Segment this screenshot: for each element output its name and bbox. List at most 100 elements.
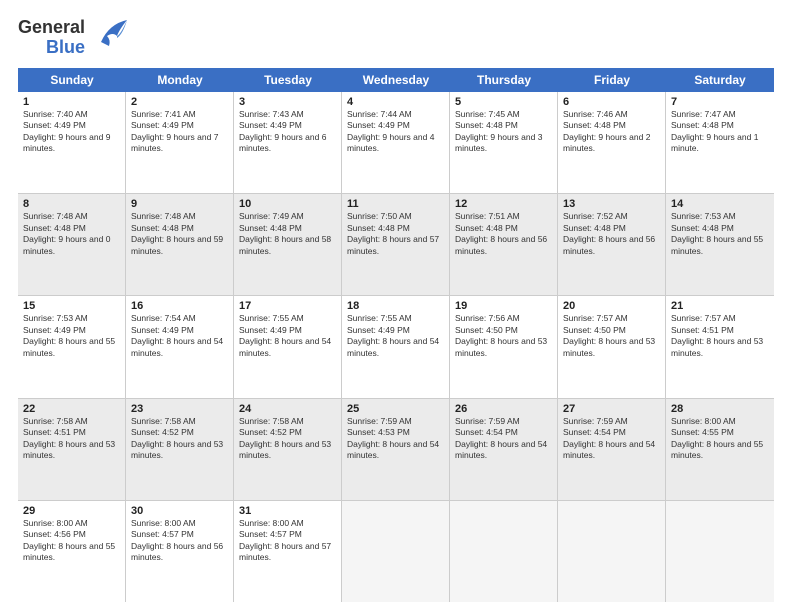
calendar-row-4: 29Sunrise: 8:00 AM Sunset: 4:56 PM Dayli…: [18, 501, 774, 602]
cell-text-5: Sunrise: 7:45 AM Sunset: 4:48 PM Dayligh…: [455, 109, 553, 155]
calendar-cell-day-28: 28Sunrise: 8:00 AM Sunset: 4:55 PM Dayli…: [666, 399, 774, 500]
calendar-cell-day-31: 31Sunrise: 8:00 AM Sunset: 4:57 PM Dayli…: [234, 501, 342, 602]
cell-text-11: Sunrise: 7:50 AM Sunset: 4:48 PM Dayligh…: [347, 211, 445, 257]
calendar-cell-day-19: 19Sunrise: 7:56 AM Sunset: 4:50 PM Dayli…: [450, 296, 558, 397]
weekday-header-wednesday: Wednesday: [342, 68, 450, 92]
cell-text-23: Sunrise: 7:58 AM Sunset: 4:52 PM Dayligh…: [131, 416, 229, 462]
cell-text-10: Sunrise: 7:49 AM Sunset: 4:48 PM Dayligh…: [239, 211, 337, 257]
cell-text-17: Sunrise: 7:55 AM Sunset: 4:49 PM Dayligh…: [239, 313, 337, 359]
cell-text-21: Sunrise: 7:57 AM Sunset: 4:51 PM Dayligh…: [671, 313, 770, 359]
weekday-header-sunday: Sunday: [18, 68, 126, 92]
calendar-cell-day-23: 23Sunrise: 7:58 AM Sunset: 4:52 PM Dayli…: [126, 399, 234, 500]
weekday-header-saturday: Saturday: [666, 68, 774, 92]
day-number-8: 8: [23, 198, 121, 210]
cell-text-22: Sunrise: 7:58 AM Sunset: 4:51 PM Dayligh…: [23, 416, 121, 462]
calendar-cell-day-12: 12Sunrise: 7:51 AM Sunset: 4:48 PM Dayli…: [450, 194, 558, 295]
calendar-cell-day-4: 4Sunrise: 7:44 AM Sunset: 4:49 PM Daylig…: [342, 92, 450, 193]
calendar-cell-day-14: 14Sunrise: 7:53 AM Sunset: 4:48 PM Dayli…: [666, 194, 774, 295]
calendar: SundayMondayTuesdayWednesdayThursdayFrid…: [18, 68, 774, 602]
cell-text-25: Sunrise: 7:59 AM Sunset: 4:53 PM Dayligh…: [347, 416, 445, 462]
cell-text-6: Sunrise: 7:46 AM Sunset: 4:48 PM Dayligh…: [563, 109, 661, 155]
cell-text-8: Sunrise: 7:48 AM Sunset: 4:48 PM Dayligh…: [23, 211, 121, 257]
cell-text-13: Sunrise: 7:52 AM Sunset: 4:48 PM Dayligh…: [563, 211, 661, 257]
cell-text-20: Sunrise: 7:57 AM Sunset: 4:50 PM Dayligh…: [563, 313, 661, 359]
cell-text-18: Sunrise: 7:55 AM Sunset: 4:49 PM Dayligh…: [347, 313, 445, 359]
day-number-23: 23: [131, 403, 229, 415]
calendar-cell-empty-4-6: [666, 501, 774, 602]
day-number-20: 20: [563, 300, 661, 312]
calendar-cell-day-26: 26Sunrise: 7:59 AM Sunset: 4:54 PM Dayli…: [450, 399, 558, 500]
calendar-cell-day-17: 17Sunrise: 7:55 AM Sunset: 4:49 PM Dayli…: [234, 296, 342, 397]
calendar-cell-day-25: 25Sunrise: 7:59 AM Sunset: 4:53 PM Dayli…: [342, 399, 450, 500]
calendar-cell-day-7: 7Sunrise: 7:47 AM Sunset: 4:48 PM Daylig…: [666, 92, 774, 193]
calendar-cell-day-30: 30Sunrise: 8:00 AM Sunset: 4:57 PM Dayli…: [126, 501, 234, 602]
day-number-28: 28: [671, 403, 770, 415]
calendar-header: SundayMondayTuesdayWednesdayThursdayFrid…: [18, 68, 774, 92]
day-number-1: 1: [23, 96, 121, 108]
calendar-cell-day-29: 29Sunrise: 8:00 AM Sunset: 4:56 PM Dayli…: [18, 501, 126, 602]
day-number-12: 12: [455, 198, 553, 210]
calendar-cell-day-16: 16Sunrise: 7:54 AM Sunset: 4:49 PM Dayli…: [126, 296, 234, 397]
logo-text-blue: Blue: [46, 38, 85, 58]
cell-text-3: Sunrise: 7:43 AM Sunset: 4:49 PM Dayligh…: [239, 109, 337, 155]
day-number-19: 19: [455, 300, 553, 312]
cell-text-28: Sunrise: 8:00 AM Sunset: 4:55 PM Dayligh…: [671, 416, 770, 462]
cell-text-15: Sunrise: 7:53 AM Sunset: 4:49 PM Dayligh…: [23, 313, 121, 359]
calendar-cell-empty-4-3: [342, 501, 450, 602]
day-number-25: 25: [347, 403, 445, 415]
calendar-cell-day-18: 18Sunrise: 7:55 AM Sunset: 4:49 PM Dayli…: [342, 296, 450, 397]
day-number-24: 24: [239, 403, 337, 415]
calendar-cell-day-13: 13Sunrise: 7:52 AM Sunset: 4:48 PM Dayli…: [558, 194, 666, 295]
calendar-cell-day-21: 21Sunrise: 7:57 AM Sunset: 4:51 PM Dayli…: [666, 296, 774, 397]
day-number-17: 17: [239, 300, 337, 312]
logo: General Blue: [18, 18, 129, 58]
calendar-cell-day-11: 11Sunrise: 7:50 AM Sunset: 4:48 PM Dayli…: [342, 194, 450, 295]
calendar-row-2: 15Sunrise: 7:53 AM Sunset: 4:49 PM Dayli…: [18, 296, 774, 398]
cell-text-4: Sunrise: 7:44 AM Sunset: 4:49 PM Dayligh…: [347, 109, 445, 155]
cell-text-19: Sunrise: 7:56 AM Sunset: 4:50 PM Dayligh…: [455, 313, 553, 359]
day-number-5: 5: [455, 96, 553, 108]
calendar-cell-day-1: 1Sunrise: 7:40 AM Sunset: 4:49 PM Daylig…: [18, 92, 126, 193]
day-number-18: 18: [347, 300, 445, 312]
calendar-cell-day-8: 8Sunrise: 7:48 AM Sunset: 4:48 PM Daylig…: [18, 194, 126, 295]
cell-text-24: Sunrise: 7:58 AM Sunset: 4:52 PM Dayligh…: [239, 416, 337, 462]
day-number-11: 11: [347, 198, 445, 210]
cell-text-16: Sunrise: 7:54 AM Sunset: 4:49 PM Dayligh…: [131, 313, 229, 359]
calendar-cell-day-24: 24Sunrise: 7:58 AM Sunset: 4:52 PM Dayli…: [234, 399, 342, 500]
calendar-cell-day-27: 27Sunrise: 7:59 AM Sunset: 4:54 PM Dayli…: [558, 399, 666, 500]
weekday-header-tuesday: Tuesday: [234, 68, 342, 92]
calendar-row-0: 1Sunrise: 7:40 AM Sunset: 4:49 PM Daylig…: [18, 92, 774, 194]
cell-text-2: Sunrise: 7:41 AM Sunset: 4:49 PM Dayligh…: [131, 109, 229, 155]
calendar-cell-empty-4-5: [558, 501, 666, 602]
weekday-header-thursday: Thursday: [450, 68, 558, 92]
day-number-3: 3: [239, 96, 337, 108]
cell-text-27: Sunrise: 7:59 AM Sunset: 4:54 PM Dayligh…: [563, 416, 661, 462]
calendar-cell-day-15: 15Sunrise: 7:53 AM Sunset: 4:49 PM Dayli…: [18, 296, 126, 397]
weekday-header-monday: Monday: [126, 68, 234, 92]
day-number-26: 26: [455, 403, 553, 415]
weekday-header-friday: Friday: [558, 68, 666, 92]
day-number-7: 7: [671, 96, 770, 108]
cell-text-26: Sunrise: 7:59 AM Sunset: 4:54 PM Dayligh…: [455, 416, 553, 462]
page: General Blue SundayMondayTuesdayWednesda…: [0, 0, 792, 612]
calendar-cell-day-6: 6Sunrise: 7:46 AM Sunset: 4:48 PM Daylig…: [558, 92, 666, 193]
day-number-14: 14: [671, 198, 770, 210]
day-number-4: 4: [347, 96, 445, 108]
cell-text-29: Sunrise: 8:00 AM Sunset: 4:56 PM Dayligh…: [23, 518, 121, 564]
cell-text-9: Sunrise: 7:48 AM Sunset: 4:48 PM Dayligh…: [131, 211, 229, 257]
cell-text-7: Sunrise: 7:47 AM Sunset: 4:48 PM Dayligh…: [671, 109, 770, 155]
day-number-15: 15: [23, 300, 121, 312]
calendar-cell-day-2: 2Sunrise: 7:41 AM Sunset: 4:49 PM Daylig…: [126, 92, 234, 193]
day-number-16: 16: [131, 300, 229, 312]
calendar-cell-day-3: 3Sunrise: 7:43 AM Sunset: 4:49 PM Daylig…: [234, 92, 342, 193]
day-number-22: 22: [23, 403, 121, 415]
day-number-30: 30: [131, 505, 229, 517]
calendar-cell-day-9: 9Sunrise: 7:48 AM Sunset: 4:48 PM Daylig…: [126, 194, 234, 295]
cell-text-1: Sunrise: 7:40 AM Sunset: 4:49 PM Dayligh…: [23, 109, 121, 155]
day-number-21: 21: [671, 300, 770, 312]
calendar-cell-empty-4-4: [450, 501, 558, 602]
calendar-body: 1Sunrise: 7:40 AM Sunset: 4:49 PM Daylig…: [18, 92, 774, 602]
calendar-row-1: 8Sunrise: 7:48 AM Sunset: 4:48 PM Daylig…: [18, 194, 774, 296]
day-number-13: 13: [563, 198, 661, 210]
day-number-9: 9: [131, 198, 229, 210]
